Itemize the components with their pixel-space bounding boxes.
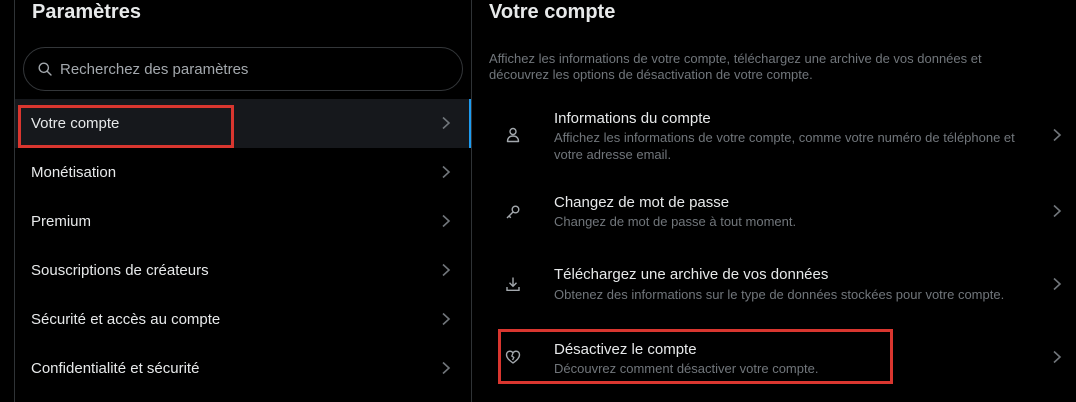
chevron-right-icon [442,165,451,179]
option-download-archive[interactable]: Téléchargez une archive de vos données O… [472,255,1076,315]
menu-item-label: Monétisation [31,164,117,181]
chevron-right-icon [442,312,451,326]
settings-title: Paramètres [32,1,141,23]
option-title: Informations du compte [554,110,711,127]
option-account-info[interactable]: Informations du compte Affichez les info… [472,100,1076,174]
menu-item-label: Confidentialité et sécurité [31,360,200,377]
person-icon [504,126,522,144]
chevron-right-icon [1053,350,1062,364]
key-icon [504,203,522,221]
chevron-right-icon [1053,128,1062,142]
chevron-right-icon [442,263,451,277]
option-subtitle: Affichez les informations de votre compt… [554,130,1015,162]
option-deactivate-account[interactable]: Désactivez le compte Découvrez comment d… [472,330,1076,386]
chevron-right-icon [442,214,451,228]
menu-item-premium[interactable]: Premium [15,197,471,246]
option-change-password[interactable]: Changez de mot de passe Changez de mot d… [472,184,1076,240]
menu-item-label: Sécurité et accès au compte [31,311,221,328]
settings-nav-pane: Paramètres Recherchez des paramètres Vot… [15,0,471,402]
menu-item-label: Votre compte [31,115,120,132]
option-subtitle: Obtenez des informations sur le type de … [554,287,1005,302]
option-title: Désactivez le compte [554,341,697,358]
menu-item-securite-acces[interactable]: Sécurité et accès au compte [15,295,471,344]
broken-heart-icon [504,348,522,366]
menu-item-confidentialite[interactable]: Confidentialité et sécurité [15,344,471,393]
menu-item-label: Premium [31,213,92,230]
option-title: Changez de mot de passe [554,194,730,211]
settings-menu: Votre compte Monétisation Premium Souscr… [15,99,471,393]
chevron-right-icon [1053,277,1062,291]
chevron-right-icon [1053,204,1062,218]
search-placeholder: Recherchez des paramètres [60,60,249,78]
option-title: Téléchargez une archive de vos données [554,266,829,283]
account-title: Votre compte [489,1,616,23]
search-icon [38,61,54,77]
menu-item-souscriptions[interactable]: Souscriptions de créateurs [15,246,471,295]
option-subtitle: Changez de mot de passe à tout moment. [554,214,797,229]
chevron-right-icon [442,116,451,130]
chevron-right-icon [442,361,451,375]
account-description: Affichez les informations de votre compt… [489,51,982,82]
settings-search-input[interactable]: Recherchez des paramètres [23,47,463,91]
account-pane: Votre compte Affichez les informations d… [472,0,1076,402]
menu-item-votre-compte[interactable]: Votre compte [15,99,471,148]
menu-item-label: Souscriptions de créateurs [31,262,209,279]
menu-item-monetisation[interactable]: Monétisation [15,148,471,197]
download-icon [504,275,522,293]
option-subtitle: Découvrez comment désactiver votre compt… [554,361,819,376]
